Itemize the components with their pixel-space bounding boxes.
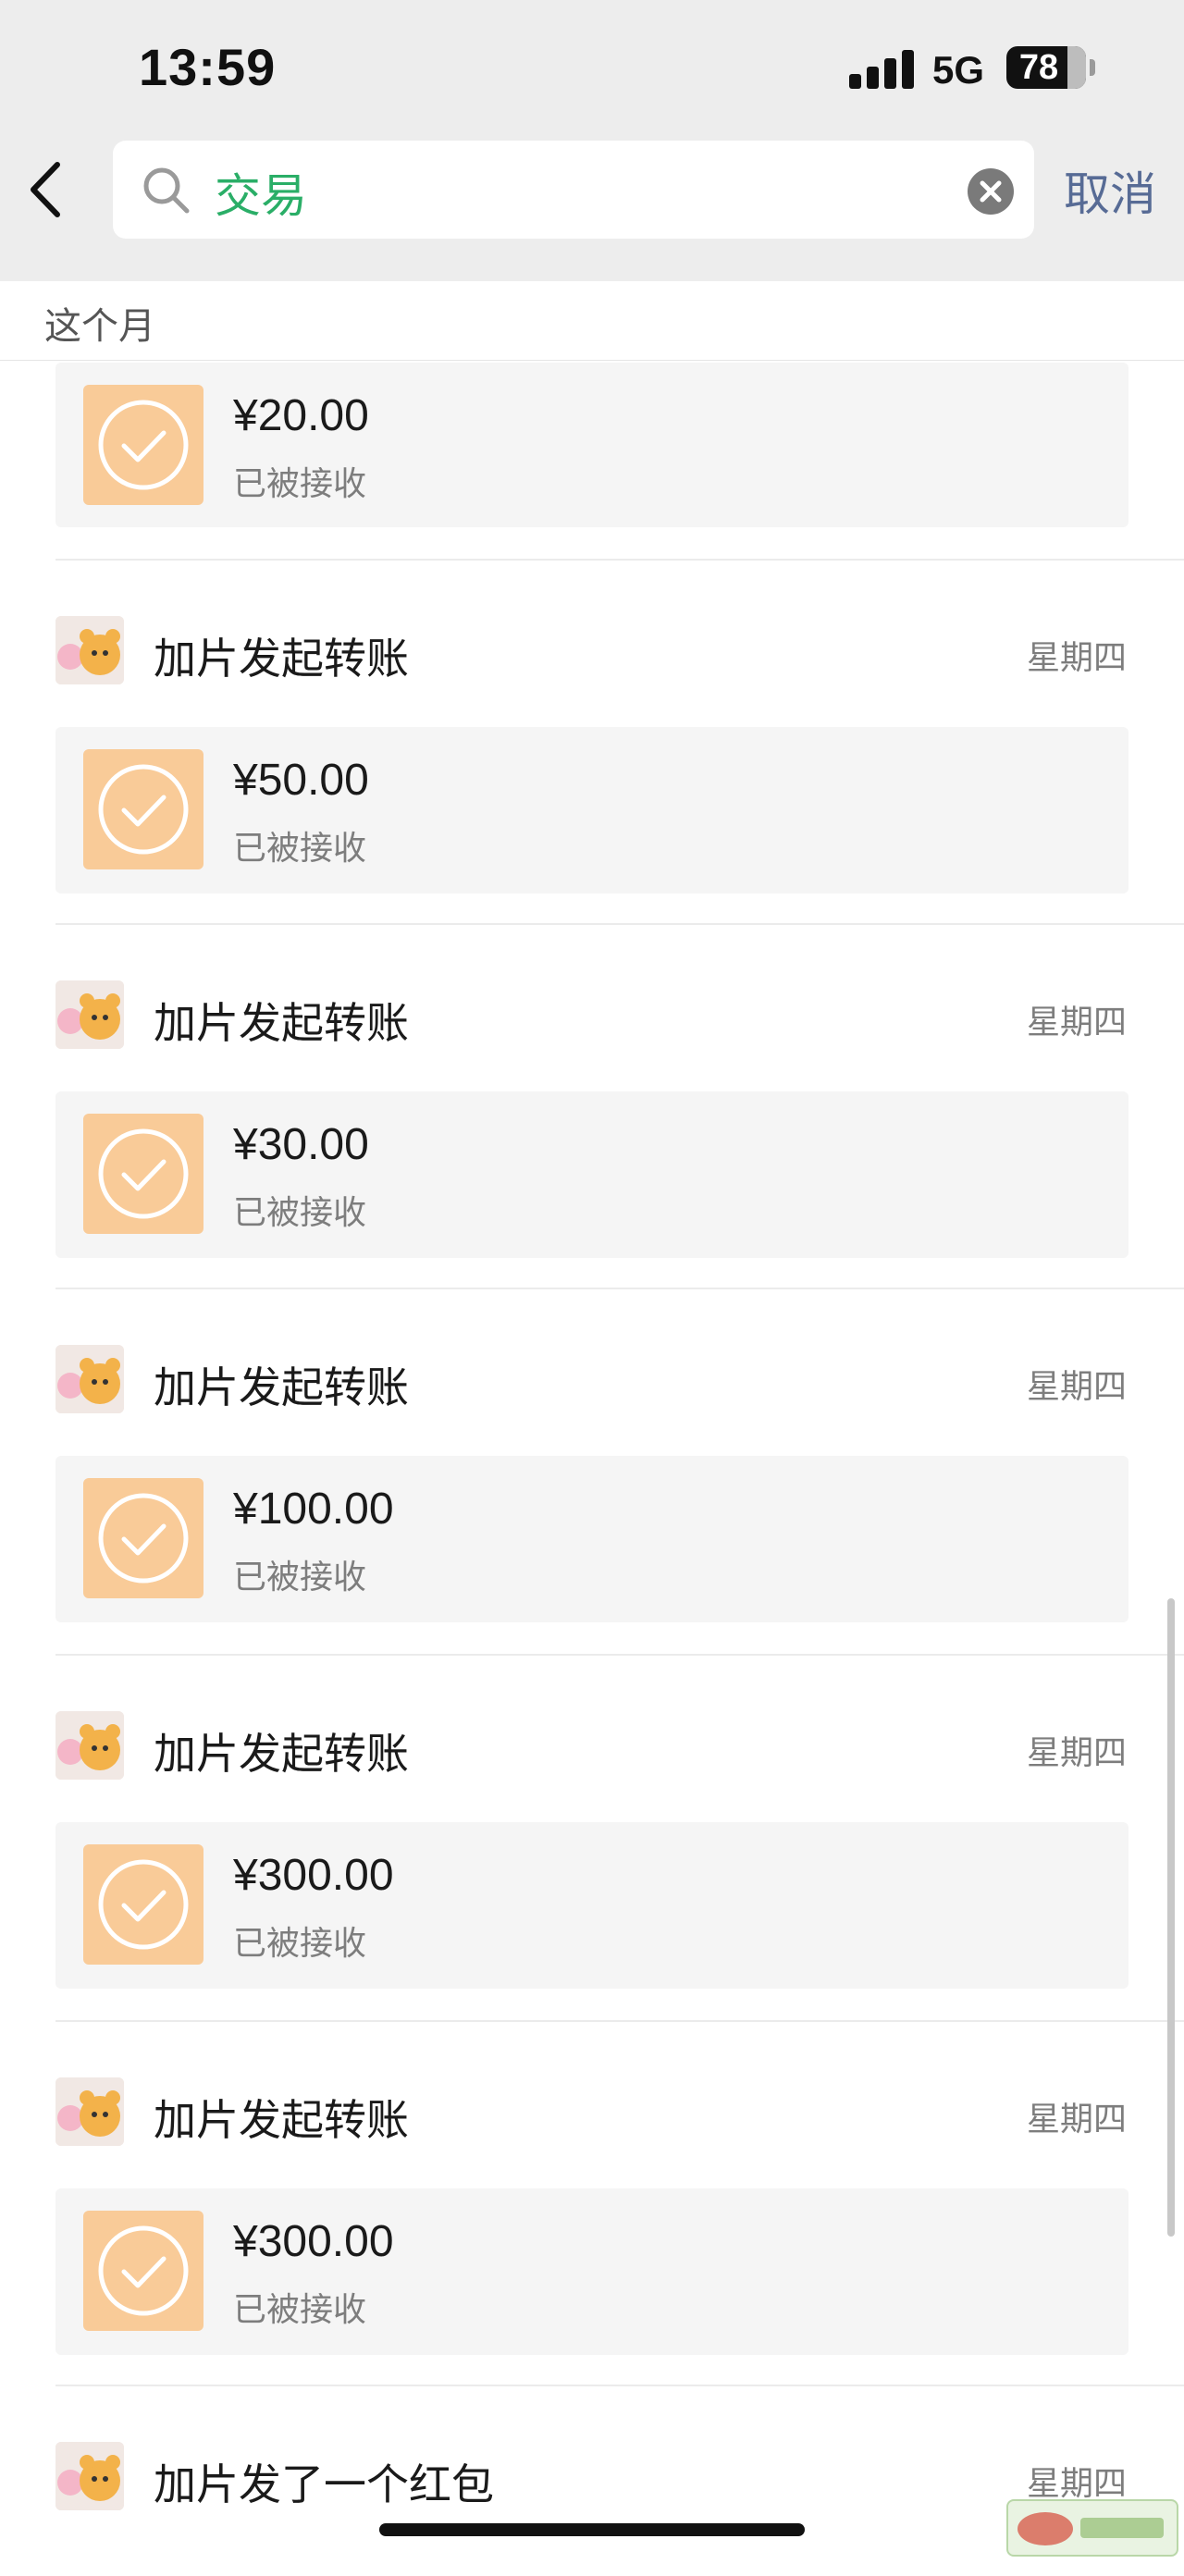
check-circle-icon — [98, 764, 189, 855]
transfer-status: 已被接收 — [233, 1925, 367, 1963]
avatar — [56, 2442, 124, 2510]
avatar-icon — [56, 1345, 124, 1413]
transfer-status: 已被接收 — [233, 465, 367, 503]
section-label: 这个月 — [44, 305, 155, 348]
avatar-icon — [56, 980, 124, 1049]
entry-title: 加片发起转账 — [154, 634, 409, 684]
transfer-amount: ¥100.00 — [233, 1485, 394, 1534]
home-indicator[interactable] — [379, 2523, 805, 2536]
transfer-icon — [83, 1478, 204, 1598]
entry-title: 加片发起转账 — [154, 1362, 409, 1412]
entry-title: 加片发起转账 — [154, 998, 409, 1048]
entry-title: 加片发起转账 — [154, 2095, 409, 2145]
separator — [56, 559, 1184, 561]
transfer-card[interactable]: ¥50.00 已被接收 — [56, 727, 1128, 894]
avatar — [56, 616, 124, 684]
transfer-icon — [83, 1844, 204, 1965]
entry-date: 星期四 — [1027, 1734, 1128, 1772]
transfer-amount: ¥300.00 — [233, 2217, 394, 2266]
transfer-icon — [83, 2211, 204, 2331]
entry-date: 星期四 — [1027, 1368, 1128, 1406]
transfer-icon — [83, 749, 204, 869]
avatar-icon — [56, 2442, 124, 2510]
transfer-card[interactable]: ¥100.00 已被接收 — [56, 1456, 1128, 1622]
section-divider — [0, 360, 1184, 361]
transfer-icon — [83, 1114, 204, 1234]
separator — [56, 923, 1184, 925]
avatar — [56, 2077, 124, 2146]
transfer-amount: ¥50.00 — [233, 756, 369, 805]
separator — [56, 2020, 1184, 2022]
transfer-status: 已被接收 — [233, 1559, 367, 1596]
entry-date: 星期四 — [1027, 2101, 1128, 2138]
separator — [56, 1288, 1184, 1289]
check-circle-icon — [98, 1128, 189, 1219]
transfer-amount: ¥20.00 — [233, 391, 369, 440]
transfer-amount: ¥30.00 — [233, 1120, 369, 1169]
transfer-card[interactable]: ¥30.00 已被接收 — [56, 1091, 1128, 1258]
search-icon — [143, 167, 190, 214]
battery-tip — [1090, 59, 1095, 76]
check-circle-icon — [98, 1859, 189, 1950]
separator — [56, 1654, 1184, 1656]
transfer-card[interactable]: ¥300.00 已被接收 — [56, 1822, 1128, 1989]
search-input[interactable]: 交易 — [113, 141, 1034, 239]
scrollbar[interactable] — [1167, 1598, 1175, 2237]
status-time: 13:59 — [139, 38, 277, 96]
transfer-status: 已被接收 — [233, 830, 367, 868]
avatar — [56, 1345, 124, 1413]
signal-icon — [849, 48, 914, 89]
transfer-amount: ¥300.00 — [233, 1851, 394, 1900]
entry-date: 星期四 — [1027, 639, 1128, 677]
transfer-card[interactable]: ¥300.00 已被接收 — [56, 2188, 1128, 2355]
entry-date: 星期四 — [1027, 1004, 1128, 1041]
avatar-icon — [56, 2077, 124, 2146]
check-circle-icon — [98, 1493, 189, 1584]
separator — [56, 2385, 1184, 2386]
entry-title: 加片发了一个红包 — [154, 2459, 494, 2509]
entry-date: 星期四 — [1027, 2465, 1128, 2503]
transfer-status: 已被接收 — [233, 1194, 367, 1232]
battery-icon: 78 — [1006, 46, 1086, 89]
avatar — [56, 980, 124, 1049]
entry-title: 加片发起转账 — [154, 1729, 409, 1779]
transfer-icon — [83, 385, 204, 505]
back-button[interactable] — [20, 157, 72, 222]
check-circle-icon — [98, 2225, 189, 2316]
clear-icon — [980, 180, 1002, 203]
transfer-status: 已被接收 — [233, 2291, 367, 2329]
avatar-icon — [56, 616, 124, 684]
cancel-button[interactable]: 取消 — [1064, 157, 1156, 224]
watermark-logo — [1006, 2499, 1178, 2557]
header-bar: 13:59 5G 78 交易 取消 — [0, 0, 1184, 281]
back-chevron-icon — [31, 162, 60, 217]
clear-search-button[interactable] — [968, 168, 1014, 215]
avatar-icon — [56, 1711, 124, 1780]
watermark-icon — [1018, 2512, 1164, 2545]
transfer-card[interactable]: ¥20.00 已被接收 — [56, 363, 1128, 527]
search-query: 交易 — [215, 169, 307, 223]
network-type: 5G — [932, 48, 985, 92]
check-circle-icon — [98, 400, 189, 490]
avatar — [56, 1711, 124, 1780]
battery-level: 78 — [1018, 48, 1059, 87]
